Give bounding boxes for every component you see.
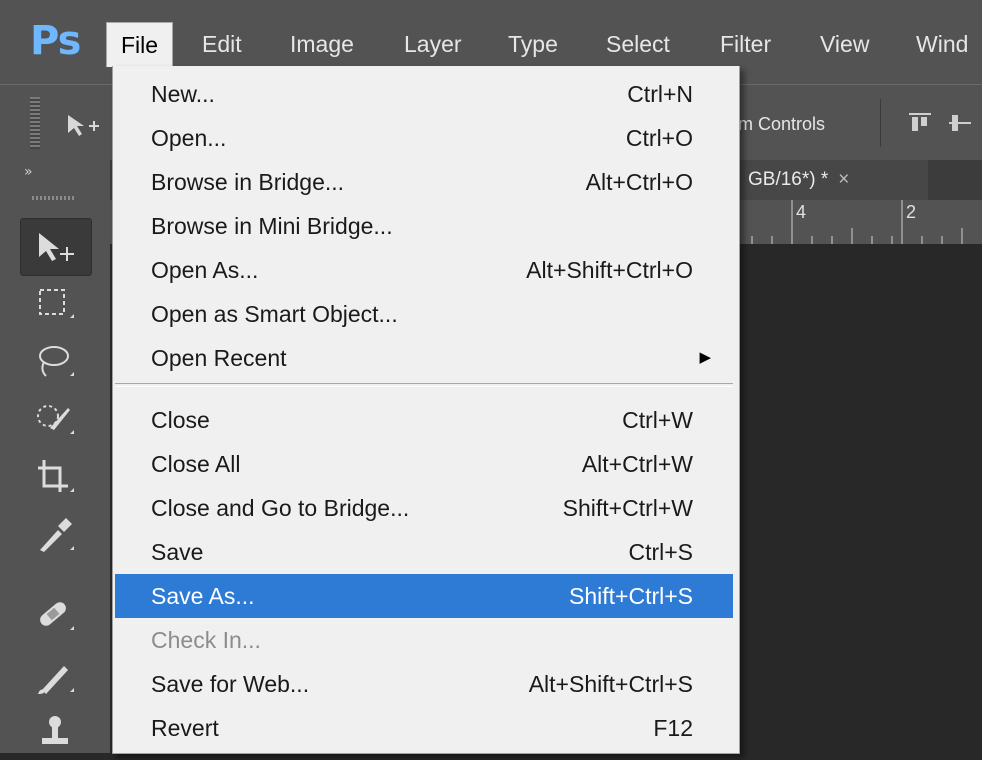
submenu-arrow-icon: ▶	[699, 349, 711, 366]
lasso-icon[interactable]	[20, 334, 90, 390]
menu-item-label: Open as Smart Object...	[151, 301, 398, 327]
menu-item-label: Check In...	[151, 627, 261, 653]
menu-item-label: Open...	[151, 125, 227, 151]
menu-item-shortcut: Ctrl+W	[622, 407, 693, 433]
menu-item-shortcut: F12	[653, 715, 693, 741]
menu-item-new[interactable]: New... Ctrl+N	[115, 72, 733, 116]
document-tab[interactable]: GB/16*) * ×	[738, 160, 928, 200]
menu-item-shortcut: Alt+Shift+Ctrl+O	[526, 257, 693, 283]
menu-item-save[interactable]: Save Ctrl+S	[115, 530, 733, 574]
menu-item-label: Close All	[151, 451, 241, 477]
menu-item-save-for-web[interactable]: Save for Web... Alt+Shift+Ctrl+S	[115, 662, 733, 706]
spot-healing-brush-icon[interactable]	[20, 588, 90, 644]
quick-selection-icon[interactable]	[20, 392, 90, 448]
menu-item-label: New...	[151, 81, 215, 107]
menu-item-shortcut: Alt+Ctrl+O	[585, 169, 693, 195]
move-tool-preset-icon[interactable]	[62, 107, 110, 141]
menu-edit[interactable]: Edit	[188, 22, 256, 66]
menu-item-browse-in-mini-bridge[interactable]: Browse in Mini Bridge...	[115, 204, 733, 248]
menu-item-label: Save for Web...	[151, 671, 310, 697]
align-vertical-centers-icon[interactable]	[946, 109, 974, 137]
menu-item-close-and-go-to-bridge[interactable]: Close and Go to Bridge... Shift+Ctrl+W	[115, 486, 733, 530]
close-tab-icon[interactable]: ×	[838, 169, 849, 190]
crop-icon[interactable]	[20, 450, 90, 506]
file-menu-dropdown: New... Ctrl+N Open... Ctrl+O Browse in B…	[112, 66, 740, 754]
options-separator	[880, 99, 881, 147]
menu-item-shortcut: Shift+Ctrl+W	[562, 495, 693, 521]
menu-item-label: Revert	[151, 715, 219, 741]
menu-item-browse-in-bridge[interactable]: Browse in Bridge... Alt+Ctrl+O	[115, 160, 733, 204]
menu-item-label: Save As...	[151, 583, 255, 609]
menu-filter[interactable]: Filter	[706, 22, 785, 66]
rectangular-marquee-icon[interactable]	[20, 276, 90, 332]
menu-item-shortcut: Ctrl+O	[625, 125, 693, 151]
menu-select[interactable]: Select	[592, 22, 684, 66]
menu-item-shortcut: Shift+Ctrl+S	[569, 583, 693, 609]
panel-grip[interactable]	[32, 196, 76, 200]
menu-image[interactable]: Image	[276, 22, 368, 66]
align-top-edges-icon[interactable]	[906, 109, 934, 137]
brush-icon[interactable]	[20, 650, 90, 706]
menu-item-label: Close and Go to Bridge...	[151, 495, 410, 521]
ruler-label: 4	[796, 202, 807, 222]
menu-item-open-as-smart-object[interactable]: Open as Smart Object...	[115, 292, 733, 336]
clone-stamp-icon[interactable]	[20, 704, 90, 760]
menu-item-label: Close	[151, 407, 210, 433]
move-tool-icon[interactable]	[20, 218, 92, 276]
menu-item-label: Browse in Mini Bridge...	[151, 213, 393, 239]
menu-item-label: Browse in Bridge...	[151, 169, 345, 195]
menu-item-label: Save	[151, 539, 204, 565]
menu-item-label: Open As...	[151, 257, 259, 283]
menu-item-revert[interactable]: Revert F12	[115, 706, 733, 750]
menu-separator	[115, 383, 733, 387]
menu-item-shortcut: Ctrl+S	[628, 539, 693, 565]
menu-window[interactable]: Wind	[902, 22, 982, 66]
document-tab-title: GB/16*) *	[748, 169, 829, 190]
menu-item-open[interactable]: Open... Ctrl+O	[115, 116, 733, 160]
eyedropper-icon[interactable]	[20, 508, 90, 564]
menu-item-open-recent[interactable]: Open Recent ▶	[115, 336, 733, 380]
menu-item-shortcut: Alt+Shift+Ctrl+S	[528, 671, 693, 697]
menu-item-close-all[interactable]: Close All Alt+Ctrl+W	[115, 442, 733, 486]
menu-item-close[interactable]: Close Ctrl+W	[115, 398, 733, 442]
show-transform-controls-label[interactable]: m Controls	[738, 107, 825, 141]
panel-collapse-icon[interactable]: »	[24, 164, 33, 180]
menu-file[interactable]: File	[106, 22, 174, 67]
menu-item-open-as[interactable]: Open As... Alt+Shift+Ctrl+O	[115, 248, 733, 292]
menu-type[interactable]: Type	[494, 22, 572, 66]
menu-view[interactable]: View	[806, 22, 883, 66]
menu-item-label: Open Recent	[151, 345, 287, 371]
photoshop-logo: Ps	[30, 18, 81, 64]
menu-item-shortcut: Alt+Ctrl+W	[581, 451, 693, 477]
options-bar-grip[interactable]	[30, 97, 40, 149]
menu-item-shortcut: Ctrl+N	[627, 81, 693, 107]
menu-item-save-as[interactable]: Save As... Shift+Ctrl+S	[115, 574, 733, 618]
menu-layer[interactable]: Layer	[390, 22, 476, 66]
menu-item-check-in: Check In...	[115, 618, 733, 662]
ruler-label: 2	[906, 202, 917, 222]
